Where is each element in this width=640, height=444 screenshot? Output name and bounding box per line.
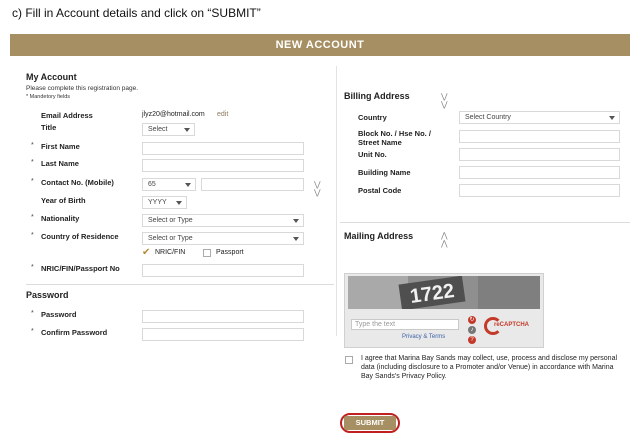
- collapse-chevron-icon[interactable]: ⋁ ⋁: [441, 93, 448, 109]
- yob-value: YYYY: [148, 199, 167, 206]
- required-star: *: [31, 328, 34, 335]
- nric-field[interactable]: [142, 264, 304, 277]
- captcha-privacy-link[interactable]: Privacy & Terms: [402, 334, 445, 340]
- chevron-down-icon: [609, 116, 615, 120]
- nationality-value: Select or Type: [148, 217, 193, 224]
- block-label-line1: Block No. / Hse No. /: [358, 129, 431, 138]
- column-divider: [336, 66, 337, 336]
- section-divider: [26, 284, 334, 285]
- help-icon[interactable]: ?: [468, 336, 476, 344]
- first-name-label: First Name: [41, 142, 80, 151]
- required-star: *: [31, 214, 34, 221]
- checkmark-icon[interactable]: ✔: [142, 248, 150, 258]
- mobile-number-field[interactable]: [201, 178, 304, 191]
- unit-field[interactable]: [459, 148, 620, 161]
- residence-select[interactable]: Select or Type: [142, 232, 304, 245]
- nric-option-label: NRIC/FIN: [155, 249, 186, 256]
- recaptcha-brand: reCAPTCHA: [494, 322, 530, 328]
- password-heading: Password: [26, 290, 69, 300]
- submit-button[interactable]: SUBMIT: [344, 416, 396, 430]
- required-star: *: [31, 310, 34, 317]
- chevron-down-icon: [293, 237, 299, 241]
- billing-country-select[interactable]: Select Country: [459, 111, 620, 124]
- mandatory-note: * Mandetory fields: [26, 94, 71, 100]
- nric-label: NRIC/FIN/Passport No: [41, 264, 120, 273]
- email-edit-link[interactable]: edit: [217, 111, 228, 118]
- registration-subtext: Please complete this registration page.: [26, 85, 139, 92]
- contact-label: Contact No. (Mobile): [41, 178, 114, 187]
- block-field[interactable]: [459, 130, 620, 143]
- passport-option-label: Passport: [216, 249, 244, 256]
- confirm-password-label: Confirm Password: [41, 328, 108, 337]
- chevron-down-icon: [293, 219, 299, 223]
- last-name-label: Last Name: [41, 159, 79, 168]
- password-label: Password: [41, 310, 77, 319]
- chevron-down-icon: [185, 183, 191, 187]
- passport-checkbox[interactable]: [203, 249, 211, 257]
- required-star: *: [31, 264, 34, 271]
- required-star: *: [31, 159, 34, 166]
- agreement-text: I agree that Marina Bay Sands may collec…: [361, 355, 618, 380]
- captcha-photo-icon: 1722: [348, 276, 540, 309]
- billing-heading: Billing Address: [344, 91, 410, 101]
- email-value: jlyz20@hotmail.com: [142, 111, 205, 118]
- postal-field[interactable]: [459, 184, 620, 197]
- postal-label: Postal Code: [358, 186, 402, 195]
- collapse-chevron-icon[interactable]: ⋁ ⋁: [314, 181, 321, 197]
- block-label-line2: Street Name: [358, 138, 402, 147]
- confirm-password-field[interactable]: [142, 328, 304, 341]
- nationality-select[interactable]: Select or Type: [142, 214, 304, 227]
- block-label: Block No. / Hse No. / Street Name: [358, 129, 431, 147]
- my-account-heading: My Account: [26, 72, 77, 82]
- email-label: Email Address: [41, 111, 93, 120]
- title-label: Title: [41, 123, 57, 132]
- password-field[interactable]: [142, 310, 304, 323]
- required-star: *: [31, 142, 34, 149]
- yob-select[interactable]: YYYY: [142, 196, 187, 209]
- captcha-image: 1722: [348, 276, 540, 309]
- section-divider: [340, 222, 630, 223]
- country-code-select[interactable]: 65: [142, 178, 196, 191]
- first-name-field[interactable]: [142, 142, 304, 155]
- residence-label: Country of Residence: [41, 232, 119, 241]
- agree-checkbox[interactable]: [345, 356, 353, 364]
- instruction-text: c) Fill in Account details and click on …: [12, 6, 261, 20]
- expand-chevron-icon[interactable]: ⋀ ⋀: [441, 232, 448, 248]
- unit-label: Unit No.: [358, 150, 387, 159]
- nationality-label: Nationality: [41, 214, 80, 223]
- audio-icon[interactable]: ♪: [468, 326, 476, 334]
- country-label: Country: [358, 113, 387, 122]
- billing-country-value: Select Country: [465, 114, 511, 121]
- required-star: *: [31, 178, 34, 185]
- building-field[interactable]: [459, 166, 620, 179]
- mailing-heading: Mailing Address: [344, 231, 414, 241]
- refresh-icon[interactable]: ↻: [468, 316, 476, 324]
- chevron-down-icon: [176, 201, 182, 205]
- page-title-banner: NEW ACCOUNT: [10, 34, 630, 56]
- country-code-value: 65: [148, 181, 156, 188]
- required-star: *: [31, 232, 34, 239]
- title-select-value: Select: [148, 126, 168, 133]
- captcha-input[interactable]: Type the text: [351, 319, 459, 330]
- yob-label: Year of Birth: [41, 196, 86, 205]
- chevron-down-icon: [184, 128, 190, 132]
- building-label: Building Name: [358, 168, 411, 177]
- title-select[interactable]: Select: [142, 123, 195, 136]
- last-name-field[interactable]: [142, 159, 304, 172]
- residence-value: Select or Type: [148, 235, 193, 242]
